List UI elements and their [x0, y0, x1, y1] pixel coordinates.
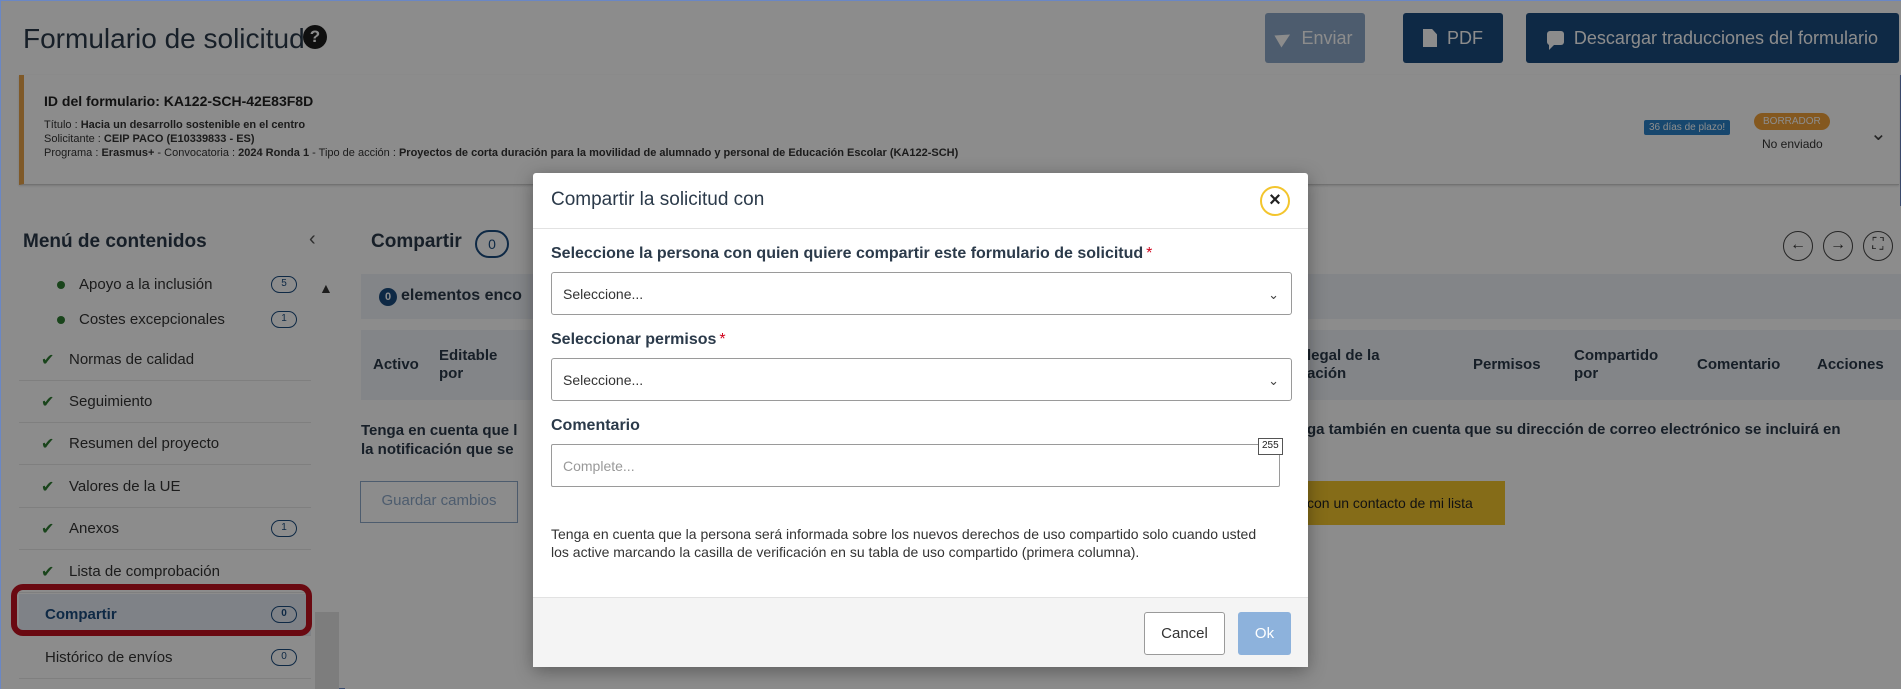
- person-field-label-text: Seleccione la persona con quien quiere c…: [551, 245, 1144, 262]
- person-field-label: Seleccione la persona con quien quiere c…: [551, 245, 1152, 263]
- person-select-value: Seleccione...: [563, 286, 644, 302]
- chevron-down-icon: ⌄: [1268, 287, 1279, 302]
- application-page: Formulario de solicitud ? Enviar PDF Des…: [0, 0, 1901, 689]
- close-icon[interactable]: ×: [1260, 186, 1290, 216]
- dialog-note: Tenga en cuenta que la persona será info…: [551, 526, 1257, 560]
- share-dialog: Compartir la solicitud con × Seleccione …: [533, 173, 1308, 667]
- dialog-title: Compartir la solicitud con: [551, 189, 765, 210]
- character-limit-badge: 255: [1258, 438, 1283, 455]
- permissions-field-label: Seleccionar permisos *: [551, 331, 726, 349]
- permissions-field-label-text: Seleccionar permisos: [551, 331, 717, 348]
- required-marker: *: [1146, 245, 1153, 262]
- ok-button[interactable]: Ok: [1238, 612, 1291, 655]
- dialog-footer: Cancel Ok: [533, 597, 1308, 667]
- required-marker: *: [719, 331, 726, 348]
- permissions-select[interactable]: Seleccione... ⌄: [551, 358, 1292, 401]
- comment-field[interactable]: Complete...: [551, 444, 1280, 487]
- permissions-select-value: Seleccione...: [563, 372, 644, 388]
- person-select[interactable]: Seleccione... ⌄: [551, 272, 1292, 315]
- dialog-header: Compartir la solicitud con ×: [533, 173, 1308, 229]
- cancel-button[interactable]: Cancel: [1144, 612, 1225, 655]
- chevron-down-icon: ⌄: [1268, 373, 1279, 388]
- comment-field-label: Comentario: [551, 417, 640, 434]
